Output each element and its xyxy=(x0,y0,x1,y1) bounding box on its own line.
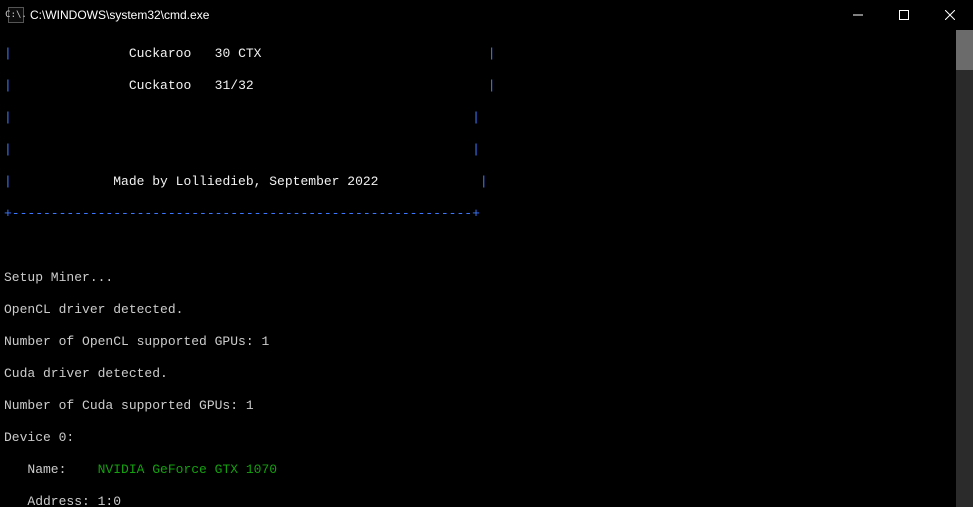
vertical-scrollbar[interactable] xyxy=(956,30,973,507)
log-line: Number of Cuda supported GPUs: 1 xyxy=(4,398,969,414)
scrollbar-thumb[interactable] xyxy=(956,30,973,70)
log-line: Device 0: xyxy=(4,430,969,446)
maximize-button[interactable] xyxy=(881,0,927,30)
maximize-icon xyxy=(899,10,909,20)
minimize-button[interactable] xyxy=(835,0,881,30)
log-line: Cuda driver detected. xyxy=(4,366,969,382)
log-line: Address: 1:0 xyxy=(4,494,969,507)
log-line: OpenCL driver detected. xyxy=(4,302,969,318)
log-line: Number of OpenCL supported GPUs: 1 xyxy=(4,334,969,350)
window-titlebar: C:\. C:\WINDOWS\system32\cmd.exe xyxy=(0,0,973,30)
console-output[interactable]: | Cuckaroo 30 CTX | | Cuckatoo 31/32 | |… xyxy=(0,30,973,507)
window-title: C:\WINDOWS\system32\cmd.exe xyxy=(30,8,835,22)
window-controls xyxy=(835,0,973,30)
minimize-icon xyxy=(853,10,863,20)
log-line: Setup Miner... xyxy=(4,270,969,286)
gpu-name: NVIDIA GeForce GTX 1070 xyxy=(98,462,277,477)
log-line: Name: NVIDIA GeForce GTX 1070 xyxy=(4,462,969,478)
close-icon xyxy=(945,10,955,20)
close-button[interactable] xyxy=(927,0,973,30)
cmd-icon: C:\. xyxy=(8,7,24,23)
banner-separator: +---------------------------------------… xyxy=(4,206,969,222)
